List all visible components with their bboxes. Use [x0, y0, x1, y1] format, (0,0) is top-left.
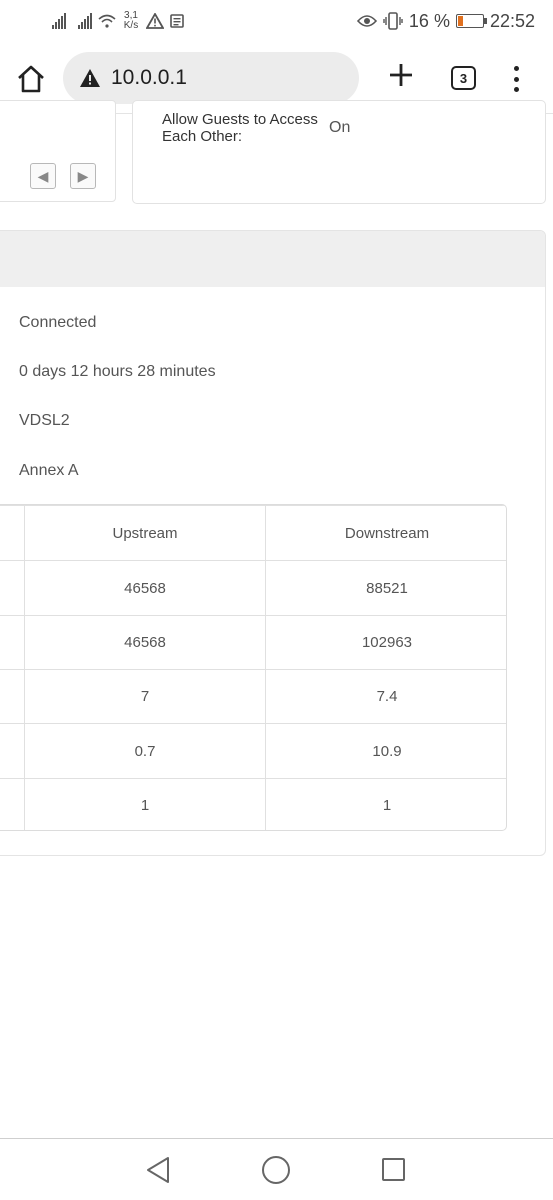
- battery-percent: 16 %: [408, 10, 450, 31]
- home-circle-icon[interactable]: [262, 1156, 290, 1184]
- notification-icon: [170, 14, 184, 28]
- downstream-cell: 10.9: [372, 742, 402, 760]
- guest-access-value: On: [329, 119, 351, 136]
- dsl-mode: VDSL2: [19, 412, 70, 429]
- column-header-downstream: Downstream: [344, 524, 430, 542]
- upstream-cell: 46568: [124, 634, 166, 651]
- downstream-cell: 7.4: [376, 688, 398, 705]
- network-speed-unit: K/s: [123, 20, 139, 31]
- new-tab-plus-icon[interactable]: [386, 60, 416, 90]
- upstream-cell: 7: [140, 688, 150, 705]
- left-card: ◀ ▶: [0, 100, 116, 202]
- guest-settings-card: Allow Guests to Access Each Other: On: [132, 100, 546, 204]
- system-nav-bar: [0, 1138, 553, 1200]
- address-bar[interactable]: 10.0.0.1: [63, 52, 359, 104]
- chevron-left-icon[interactable]: ◀: [30, 163, 56, 189]
- eye-comfort-icon: [356, 15, 377, 27]
- table-row: 0.7 10.9: [0, 723, 506, 778]
- status-bar: 3,1 K/s 16 % 22:52: [0, 0, 553, 44]
- network-speed: 3,1 K/s: [122, 11, 140, 31]
- signal-sim2-icon: [78, 13, 92, 29]
- not-secure-warning-icon[interactable]: [79, 68, 101, 88]
- table-row: 46568 88521: [0, 560, 506, 615]
- annex-type: Annex A: [19, 462, 79, 479]
- home-icon[interactable]: [14, 62, 48, 96]
- battery-icon: [455, 14, 487, 28]
- upstream-cell: 46568: [124, 579, 166, 597]
- clock: 22:52: [489, 10, 535, 31]
- chevron-right-icon[interactable]: ▶: [70, 163, 96, 189]
- back-triangle-icon[interactable]: [144, 1155, 172, 1185]
- connection-status: Connected: [19, 314, 97, 331]
- downstream-cell: 102963: [361, 634, 413, 651]
- column-header-upstream: Upstream: [112, 524, 178, 542]
- wifi-icon: [98, 14, 116, 28]
- tab-switcher-button[interactable]: 3: [451, 66, 476, 90]
- downstream-cell: 88521: [366, 579, 408, 597]
- signal-sim1-icon: [52, 13, 66, 29]
- table-row: 7 7.4: [0, 669, 506, 723]
- overflow-menu-icon[interactable]: [506, 62, 526, 96]
- table-row: 1 1: [0, 778, 506, 830]
- line-stats-table: Upstream Downstream 46568 88521 46568 10…: [0, 504, 507, 831]
- warning-icon: [146, 13, 164, 29]
- vibrate-icon: [383, 12, 403, 30]
- card-header: [0, 231, 545, 287]
- table-header-row: Upstream Downstream: [0, 505, 506, 560]
- url-text[interactable]: 10.0.0.1: [111, 66, 187, 90]
- recent-apps-square-icon[interactable]: [382, 1158, 405, 1181]
- tab-count: 3: [459, 70, 468, 86]
- downstream-cell: 1: [382, 797, 392, 814]
- upstream-cell: 0.7: [134, 742, 156, 760]
- uptime: 0 days 12 hours 28 minutes: [19, 363, 216, 380]
- table-row: 46568 102963: [0, 615, 506, 669]
- guest-access-label: Allow Guests to Access Each Other:: [162, 111, 318, 145]
- upstream-cell: 1: [140, 797, 150, 814]
